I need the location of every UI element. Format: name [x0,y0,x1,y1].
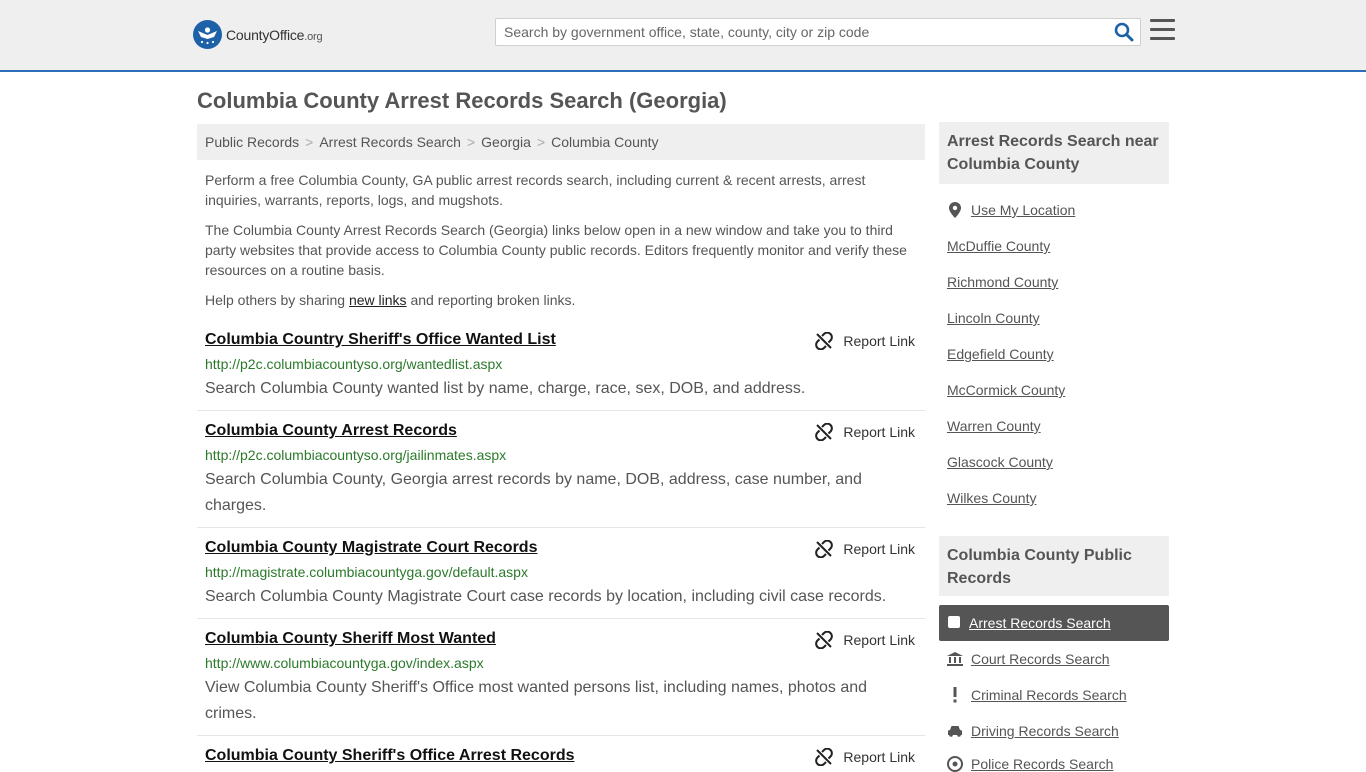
nearby-county-link[interactable]: Edgefield County [947,346,1054,362]
site-logo[interactable]: CountyOffice.org [193,20,323,49]
search-icon[interactable] [1114,22,1134,42]
map-pin-icon [947,202,963,218]
result-item: Columbia County Magistrate Court Records… [197,539,925,619]
breadcrumb-item[interactable]: Arrest Records Search [319,134,461,150]
result-description: Search Columbia County, Georgia arrest r… [205,471,862,514]
nearby-county-link[interactable]: Glascock County [947,454,1053,470]
result-title-link[interactable]: Columbia County Sheriff's Office Arrest … [205,747,575,765]
sidebar-item-driving-records[interactable]: Driving Records Search [947,723,1119,739]
search-box [495,18,1141,46]
result-title-link[interactable]: Columbia Country Sheriff's Office Wanted… [205,331,556,349]
intro-paragraph: Perform a free Columbia County, GA publi… [205,172,866,208]
nearby-county-link[interactable]: Warren County [947,418,1041,434]
nearby-county-link[interactable]: Wilkes County [947,490,1036,506]
result-title-link[interactable]: Columbia County Sheriff Most Wanted [205,630,496,648]
help-paragraph: Help others by sharing new links and rep… [205,292,576,308]
result-item: Columbia County Sheriff's Office Arrest … [197,747,925,768]
result-title-link[interactable]: Columbia County Magistrate Court Records [205,539,537,557]
result-url: http://p2c.columbiacountyso.org/jailinma… [205,447,507,463]
broken-link-icon [815,423,834,441]
sidebar-item-arrest-records[interactable]: Arrest Records Search [939,605,1169,641]
broken-link-icon [815,748,834,766]
sidebar-item-criminal-records[interactable]: Criminal Records Search [947,687,1127,703]
result-description: View Columbia County Sheriff's Office mo… [205,679,868,722]
page-title: Columbia County Arrest Records Search (G… [197,88,727,113]
public-records-heading: Columbia County Public Records [939,536,1169,596]
new-links-link[interactable]: new links [349,292,407,308]
nearby-county-link[interactable]: Richmond County [947,274,1058,290]
car-icon [947,725,963,737]
sidebar-item-police-records[interactable]: Police Records Search [947,756,1113,772]
badge-icon [947,756,963,772]
top-bar: CountyOffice.org [0,0,1366,72]
result-item: Columbia Country Sheriff's Office Wanted… [197,331,925,411]
result-description: Search Columbia County Magistrate Court … [205,588,887,605]
square-icon [947,615,961,632]
search-input[interactable] [496,19,1106,45]
result-description: Search Columbia County wanted list by na… [205,380,806,397]
broken-link-icon [815,332,834,350]
use-my-location-link[interactable]: Use My Location [947,202,1075,218]
broken-link-icon [815,631,834,649]
report-link-button[interactable]: Report Link [815,748,915,766]
result-item: Columbia County Arrest Records Report Li… [197,422,925,528]
nearby-county-link[interactable]: Lincoln County [947,310,1040,326]
nearby-heading: Arrest Records Search near Columbia Coun… [939,122,1169,184]
breadcrumb-item[interactable]: Public Records [205,134,299,150]
nearby-county-link[interactable]: McDuffie County [947,238,1050,254]
disclaimer-paragraph: The Columbia County Arrest Records Searc… [205,222,907,278]
report-link-button[interactable]: Report Link [815,332,915,350]
broken-link-icon [815,540,834,558]
result-url: http://p2c.columbiacountyso.org/wantedli… [205,356,503,372]
exclamation-icon [947,687,963,703]
nearby-county-link[interactable]: McCormick County [947,382,1065,398]
result-title-link[interactable]: Columbia County Arrest Records [205,422,457,440]
breadcrumb-item[interactable]: Georgia [481,134,531,150]
sidebar-item-court-records[interactable]: Court Records Search [947,651,1110,667]
report-link-button[interactable]: Report Link [815,423,915,441]
breadcrumb-item[interactable]: Columbia County [551,134,658,150]
eagle-logo-icon [193,20,222,49]
report-link-button[interactable]: Report Link [815,631,915,649]
result-item: Columbia County Sheriff Most Wanted Repo… [197,630,925,736]
courthouse-icon [947,652,963,666]
hamburger-menu-icon[interactable] [1150,19,1175,41]
result-url: http://www.columbiacountyga.gov/index.as… [205,655,484,671]
report-link-button[interactable]: Report Link [815,540,915,558]
result-url: http://magistrate.columbiacountyga.gov/d… [205,564,528,580]
logo-text: CountyOffice.org [226,26,323,43]
breadcrumb: Public Records > Arrest Records Search > Geo… [197,124,925,160]
